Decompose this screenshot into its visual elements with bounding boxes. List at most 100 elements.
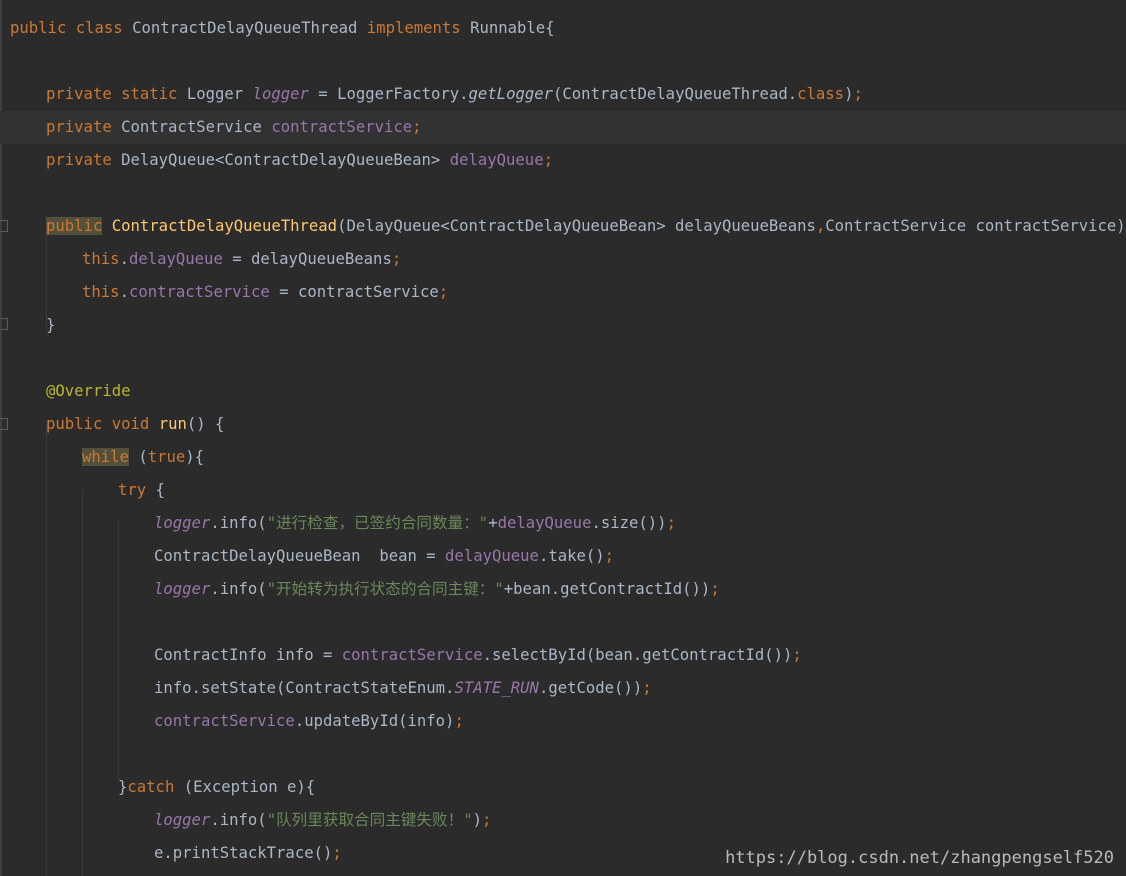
code-line[interactable] <box>0 177 10 210</box>
code-line[interactable]: private DelayQueue<ContractDelayQueueBea… <box>0 144 553 177</box>
code-token: logger <box>252 85 309 103</box>
code-line[interactable]: } <box>0 309 55 342</box>
code-token: ) <box>472 811 482 829</box>
code-token: delayQueue <box>445 547 539 565</box>
code-token: Logger <box>177 85 253 103</box>
code-token: ContractDelayQueueBean bean = <box>154 547 446 565</box>
code-token: info.setState(ContractStateEnum. <box>154 679 455 697</box>
code-token: ){ <box>185 448 205 466</box>
code-token: @Override <box>46 382 131 400</box>
code-token: ; <box>332 844 342 862</box>
code-line[interactable] <box>0 45 10 78</box>
code-token: = contractService <box>269 283 439 301</box>
code-token: ; <box>642 679 652 697</box>
code-token: (Exception e){ <box>174 778 316 796</box>
code-token: delayQueue <box>128 250 223 268</box>
code-token: private <box>46 118 112 136</box>
code-token: ; <box>391 250 402 268</box>
code-line[interactable]: private static Logger logger = LoggerFac… <box>0 78 863 111</box>
code-token: ; <box>853 85 863 103</box>
code-token: getLogger <box>468 85 554 103</box>
code-token: DelayQueue<ContractDelayQueueBean> <box>111 151 450 169</box>
code-token: = delayQueueBeans <box>222 250 392 268</box>
code-token: public <box>46 415 103 433</box>
code-token: ; <box>710 580 720 598</box>
code-token: this <box>82 283 120 301</box>
code-line[interactable]: ContractInfo info = contractService.sele… <box>0 639 802 672</box>
code-token: } <box>118 778 128 796</box>
code-token: while <box>82 448 129 466</box>
code-token: . <box>119 250 129 268</box>
code-line[interactable]: }catch (Exception e){ <box>0 771 315 804</box>
code-token: private <box>46 151 112 169</box>
code-editor[interactable]: public class ContractDelayQueueThread im… <box>0 0 1126 876</box>
code-line[interactable]: ContractDelayQueueBean bean = delayQueue… <box>0 540 614 573</box>
code-token: (DelayQueue<ContractDelayQueueBean> dela… <box>337 217 816 235</box>
code-token: contractService <box>341 646 483 664</box>
code-token: catch <box>127 778 175 796</box>
code-token: implements <box>366 19 461 37</box>
code-line[interactable]: while (true){ <box>0 441 204 474</box>
code-line[interactable]: try { <box>0 474 165 507</box>
code-line[interactable]: logger.info("队列里获取合同主键失败！"); <box>0 804 491 837</box>
code-token: class <box>797 85 845 103</box>
code-token: logger <box>154 514 211 532</box>
code-token: e.printStackTrace() <box>154 844 333 862</box>
code-token: private <box>46 85 112 103</box>
code-token: () { <box>186 415 225 433</box>
code-token: ContractDelayQueueThread <box>122 19 367 37</box>
code-token: delayQueue <box>449 151 544 169</box>
code-token: .info( <box>210 580 267 598</box>
code-token: ; <box>543 151 553 169</box>
code-line[interactable] <box>0 342 10 375</box>
code-token: "进行检查，已签约合同数量：" <box>266 514 489 532</box>
code-token: ContractService <box>111 118 272 136</box>
code-token: +bean.getContractId()) <box>503 580 711 598</box>
code-token: .size()) <box>591 514 667 532</box>
code-line[interactable]: e.printStackTrace(); <box>0 837 342 870</box>
code-token: .selectById(bean.getContractId()) <box>482 646 793 664</box>
code-token: . <box>119 283 129 301</box>
code-line[interactable]: public class ContractDelayQueueThread im… <box>0 12 555 45</box>
code-token: = LoggerFactory. <box>308 85 469 103</box>
code-token: contractService <box>271 118 413 136</box>
code-line[interactable] <box>0 606 10 639</box>
code-line[interactable]: info.setState(ContractStateEnum.STATE_RU… <box>0 672 652 705</box>
code-token: this <box>82 250 120 268</box>
code-token: static <box>121 85 178 103</box>
code-line[interactable]: public void run() { <box>0 408 224 441</box>
code-line[interactable]: logger.info("进行检查，已签约合同数量："+delayQueue.s… <box>0 507 676 540</box>
code-token: contractService <box>154 712 295 730</box>
code-token: logger <box>154 811 211 829</box>
code-line[interactable]: this.contractService = contractService; <box>0 276 448 309</box>
code-token: ; <box>481 811 492 829</box>
code-token: void <box>111 415 150 433</box>
code-token: STATE_RUN <box>454 679 539 697</box>
code-token: ( <box>128 448 148 466</box>
code-token: (ContractDelayQueueThread. <box>553 85 798 103</box>
code-token: ContractInfo info = <box>154 646 342 664</box>
code-token: ContractDelayQueueThread <box>111 217 338 235</box>
code-line[interactable] <box>0 738 10 771</box>
code-token: logger <box>154 580 211 598</box>
code-token: try <box>118 481 147 499</box>
code-token: Runnable{ <box>460 19 555 37</box>
code-line[interactable]: @Override <box>0 375 131 408</box>
code-line[interactable]: private ContractService contractService; <box>0 111 1126 144</box>
code-token: delayQueue <box>497 514 592 532</box>
code-token: "开始转为执行状态的合同主键：" <box>266 580 504 598</box>
code-token: ContractService contractService){ <box>825 217 1126 235</box>
code-token: } <box>46 316 56 334</box>
code-line[interactable]: this.delayQueue = delayQueueBeans; <box>0 243 401 276</box>
code-token: ; <box>604 547 615 565</box>
code-token: ; <box>438 283 449 301</box>
code-token: { <box>146 481 165 499</box>
code-line[interactable]: contractService.updateById(info); <box>0 705 464 738</box>
code-line[interactable]: public ContractDelayQueueThread(DelayQue… <box>0 210 1126 243</box>
code-line[interactable]: logger.info("开始转为执行状态的合同主键："+bean.getCon… <box>0 573 720 606</box>
code-token: contractService <box>128 283 270 301</box>
